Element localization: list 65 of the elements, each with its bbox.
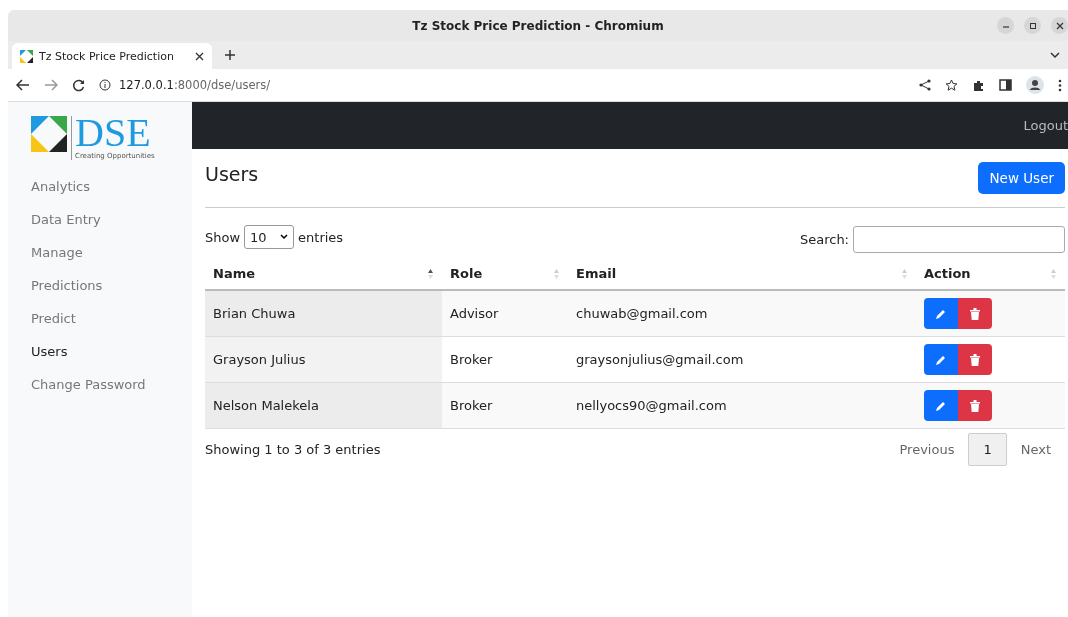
window-title: Tz Stock Price Prediction - Chromium [412, 18, 664, 33]
info-icon [99, 79, 111, 91]
table-cell: Advisor [442, 290, 568, 337]
page-button[interactable]: 1 [968, 433, 1007, 466]
new-tab-icon[interactable] [224, 49, 236, 61]
puzzle-icon[interactable] [972, 78, 985, 92]
pencil-icon [935, 307, 947, 320]
sidebar-item[interactable]: Predict [31, 302, 192, 335]
forward-icon[interactable] [44, 79, 58, 91]
profile-icon[interactable] [1026, 76, 1044, 94]
table-cell: Brian Chuwa [205, 290, 442, 337]
edit-button[interactable] [924, 298, 958, 329]
maximize-button[interactable] [1024, 17, 1041, 34]
entries-label: entries [298, 229, 344, 245]
delete-button[interactable] [958, 344, 992, 375]
page-title: Users [205, 163, 259, 185]
search-field[interactable] [853, 226, 1065, 253]
sidebar-item[interactable]: Predictions [31, 269, 192, 302]
trash-icon [970, 353, 980, 366]
page-size-select[interactable]: 10 [244, 225, 295, 249]
delete-button[interactable] [958, 390, 992, 421]
back-icon[interactable] [16, 79, 30, 91]
trash-icon [970, 399, 980, 412]
sidebar-item[interactable]: Change Password [31, 368, 192, 401]
sidebar-item[interactable]: Manage [31, 236, 192, 269]
close-button[interactable] [1051, 17, 1068, 34]
table-cell: Broker [442, 382, 568, 429]
search-label: Search: [799, 232, 849, 247]
tab-list-icon[interactable] [1050, 52, 1060, 59]
edit-button[interactable] [924, 344, 958, 375]
table-cell: Broker [442, 336, 568, 383]
menu-icon[interactable] [1058, 78, 1062, 92]
new-user-button[interactable]: New User [978, 162, 1065, 194]
side-panel-icon[interactable] [999, 79, 1012, 91]
table-info: Showing 1 to 3 of 3 entries [205, 442, 381, 457]
logout-link[interactable]: Logout [1023, 118, 1068, 133]
dropdown-caret-icon [280, 234, 289, 240]
browser-tab[interactable]: Tz Stock Price Prediction [12, 43, 212, 69]
sidebar-item[interactable]: Data Entry [31, 203, 192, 236]
edit-button[interactable] [924, 390, 958, 421]
table-cell: Grayson Julius [205, 336, 442, 383]
star-icon[interactable] [945, 78, 958, 92]
close-icon [1055, 21, 1064, 30]
address-field[interactable]: 127.0.0.1:8000/dse/users/ [99, 78, 905, 92]
table-cell: graysonjulius@gmail.com [568, 336, 916, 383]
sidebar-item[interactable]: Analytics [31, 170, 192, 203]
delete-button[interactable] [958, 298, 992, 329]
minimize-button[interactable] [997, 17, 1014, 34]
show-label: Show [205, 229, 241, 245]
table-cell: chuwab@gmail.com [568, 290, 916, 337]
table-cell: nellyocs90@gmail.com [568, 382, 916, 429]
previous-button[interactable]: Previous [885, 434, 969, 465]
next-button[interactable]: Next [1006, 434, 1065, 465]
trash-icon [970, 307, 980, 320]
favicon-icon [20, 49, 33, 63]
logo-icon [31, 116, 67, 152]
logo-text: DSE [75, 116, 151, 150]
share-icon[interactable] [919, 79, 931, 91]
close-icon[interactable] [195, 51, 204, 61]
sidebar-item[interactable]: Users [31, 335, 192, 368]
maximize-icon [1028, 21, 1037, 30]
reload-icon[interactable] [72, 78, 85, 92]
pencil-icon [935, 353, 947, 366]
pencil-icon [935, 399, 947, 412]
table-cell: Nelson Malekela [205, 382, 442, 429]
